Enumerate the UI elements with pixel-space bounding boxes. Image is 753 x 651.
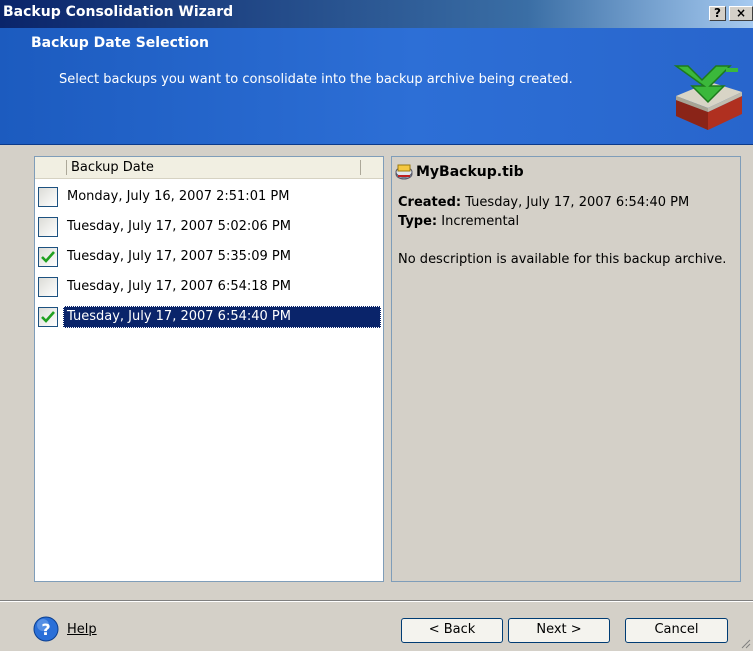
column-header-label: Backup Date <box>71 160 154 175</box>
backup-archive-icon <box>395 164 413 180</box>
backup-description: No description is available for this bac… <box>398 252 727 267</box>
cancel-button[interactable]: Cancel <box>625 618 728 643</box>
list-item[interactable]: Tuesday, July 17, 2007 6:54:18 PM <box>35 275 383 299</box>
backup-checkbox[interactable] <box>38 277 58 297</box>
type-value: Incremental <box>441 214 520 229</box>
list-item-label: Tuesday, July 17, 2007 5:02:06 PM <box>67 219 291 234</box>
step-subtitle: Select backups you want to consolidate i… <box>59 72 573 87</box>
type-line: Type: Incremental <box>398 214 519 229</box>
backup-date-list[interactable]: Backup Date Monday, July 16, 2007 2:51:0… <box>34 156 384 582</box>
svg-text:?: ? <box>41 620 50 639</box>
list-item-selected[interactable]: Tuesday, July 17, 2007 6:54:40 PM <box>35 305 383 329</box>
backup-checkbox[interactable] <box>38 187 58 207</box>
backup-checkbox-checked[interactable] <box>38 247 58 267</box>
created-value: Tuesday, July 17, 2007 6:54:40 PM <box>465 195 690 210</box>
list-item-label: Tuesday, July 17, 2007 6:54:40 PM <box>67 309 291 324</box>
title-bar[interactable]: Backup Consolidation Wizard ? × <box>0 0 753 28</box>
help-link[interactable]: Help <box>67 622 97 637</box>
created-label: Created: <box>398 195 462 210</box>
checkmark-icon <box>41 311 55 323</box>
list-item-label: Tuesday, July 17, 2007 5:35:09 PM <box>67 249 291 264</box>
consolidate-logo-icon <box>673 65 742 130</box>
next-button[interactable]: Next > <box>508 618 610 643</box>
list-item-label: Monday, July 16, 2007 2:51:01 PM <box>67 189 290 204</box>
column-header-backup-date[interactable]: Backup Date <box>35 157 383 179</box>
resize-grip-icon[interactable] <box>739 637 751 649</box>
backup-filename: MyBackup.tib <box>416 164 524 180</box>
title-close-button[interactable]: × <box>729 6 753 21</box>
backup-checkbox[interactable] <box>38 217 58 237</box>
wizard-window: Backup Consolidation Wizard ? × Backup D… <box>0 0 753 651</box>
title-help-button[interactable]: ? <box>709 6 726 21</box>
type-label: Type: <box>398 214 438 229</box>
window-title: Backup Consolidation Wizard <box>3 4 234 20</box>
column-separator <box>66 160 67 175</box>
list-item[interactable]: Tuesday, July 17, 2007 5:02:06 PM <box>35 215 383 239</box>
back-button[interactable]: < Back <box>401 618 503 643</box>
footer-divider <box>0 600 753 602</box>
help-label: Help <box>67 622 97 637</box>
list-item[interactable]: Tuesday, July 17, 2007 5:35:09 PM <box>35 245 383 269</box>
backup-checkbox-checked[interactable] <box>38 307 58 327</box>
column-separator <box>360 160 361 175</box>
help-circle-icon[interactable]: ? <box>33 616 59 642</box>
checkmark-icon <box>41 251 55 263</box>
step-title: Backup Date Selection <box>31 35 209 51</box>
backup-details-panel: MyBackup.tib Created: Tuesday, July 17, … <box>391 156 741 582</box>
list-item-label: Tuesday, July 17, 2007 6:54:18 PM <box>67 279 291 294</box>
created-line: Created: Tuesday, July 17, 2007 6:54:40 … <box>398 195 689 210</box>
list-item[interactable]: Monday, July 16, 2007 2:51:01 PM <box>35 185 383 209</box>
